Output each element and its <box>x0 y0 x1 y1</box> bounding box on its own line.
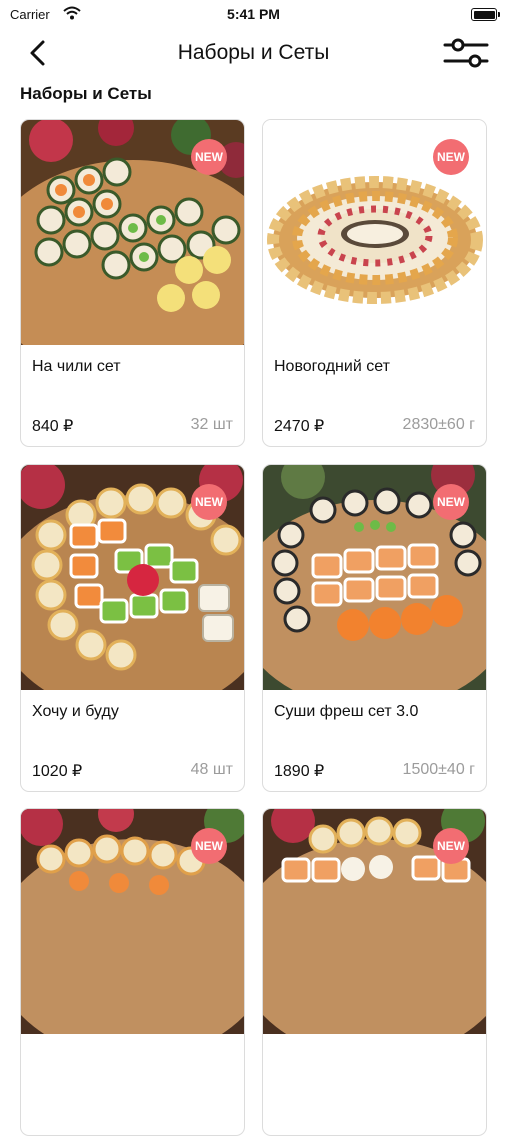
product-weight: 2830±60 г <box>402 416 475 433</box>
product-price: 1020 ₽ <box>32 763 83 780</box>
product-card[interactable]: NEW Суши фреш сет 3.0 1890 ₽ 1500±40 г <box>262 464 487 792</box>
product-name: На чили сет <box>32 358 121 375</box>
product-weight: 1500±40 г <box>402 761 475 778</box>
clock: 5:41 PM <box>227 6 280 22</box>
product-card[interactable]: NEW <box>262 808 487 1136</box>
product-price: 840 ₽ <box>32 418 74 435</box>
product-price: 2470 ₽ <box>274 418 325 435</box>
product-card[interactable]: NEW <box>20 808 245 1136</box>
new-badge: NEW <box>433 139 469 175</box>
new-badge: NEW <box>191 828 227 864</box>
section-title: Наборы и Сеты <box>20 84 152 103</box>
status-bar: Carrier 5:41 PM <box>0 0 507 28</box>
new-badge: NEW <box>191 484 227 520</box>
page-title: Наборы и Сеты <box>177 41 330 64</box>
new-badge: NEW <box>433 828 469 864</box>
filter-button[interactable] <box>443 34 489 72</box>
product-name: Новогодний сет <box>274 358 390 375</box>
product-name: Хочу и буду <box>32 703 119 720</box>
product-card[interactable]: NEW Новогодний сет 2470 ₽ 2830±60 г <box>262 119 487 447</box>
product-weight: 48 шт <box>190 761 233 778</box>
product-card[interactable]: NEW На чили сет 840 ₽ 32 шт <box>20 119 245 447</box>
battery-icon <box>471 8 500 21</box>
product-name: Суши фреш сет 3.0 <box>274 703 419 720</box>
sliders-icon <box>443 38 489 68</box>
new-badge: NEW <box>191 139 227 175</box>
product-card[interactable]: NEW Хочу и буду 1020 ₽ 48 шт <box>20 464 245 792</box>
new-badge: NEW <box>433 484 469 520</box>
navigation-bar: Наборы и Сеты <box>0 28 507 78</box>
product-price: 1890 ₽ <box>274 763 325 780</box>
product-weight: 32 шт <box>190 416 233 433</box>
